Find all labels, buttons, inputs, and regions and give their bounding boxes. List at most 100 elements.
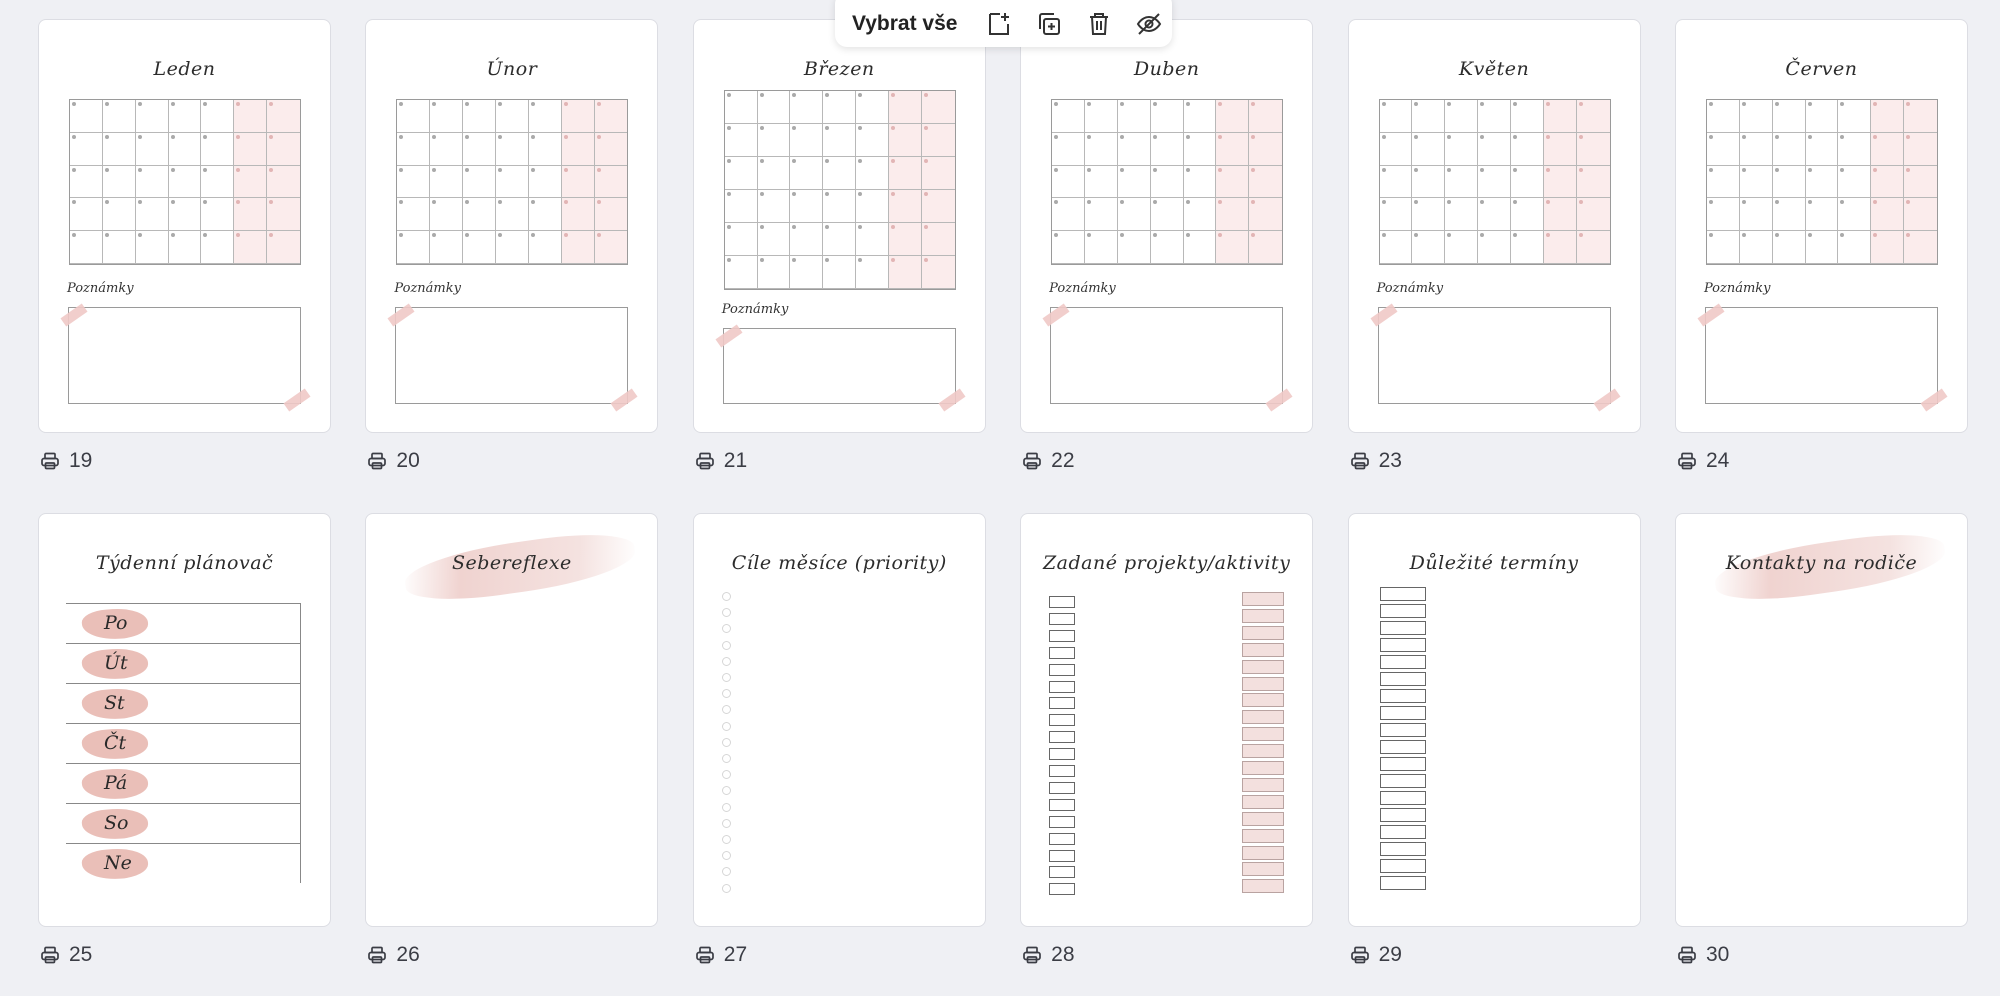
calendar-day <box>1445 198 1479 232</box>
page-number: 24 <box>1705 449 1730 472</box>
calendar-day <box>463 132 496 166</box>
page-thumbnail[interactable]: Zadané projekty/aktivity 28 <box>1020 513 1314 996</box>
page-thumbnail[interactable]: Cíle měsíce (priority) 27 <box>692 513 986 996</box>
page-number-row: 30 <box>1677 943 1729 967</box>
page-thumbnail[interactable]: Březen Poznámky 21 <box>692 19 986 513</box>
page-card[interactable]: Týdenní plánovač Po Út St Čt Pá So Ne <box>38 513 331 927</box>
printer-icon <box>1350 946 1369 964</box>
page-thumbnail[interactable]: Květen Poznámky 23 <box>1347 19 1641 513</box>
calendar-day <box>102 100 136 133</box>
page-thumbnail[interactable]: Týdenní plánovač Po Út St Čt Pá So Ne 25 <box>38 513 331 996</box>
calendar-day <box>1445 100 1479 133</box>
date-box <box>1379 672 1426 686</box>
calendar-day <box>528 165 562 199</box>
goal-checkbox <box>721 802 731 812</box>
project-status-cell <box>1242 879 1285 894</box>
calendar-day <box>430 231 464 264</box>
goal-checkbox <box>721 689 731 699</box>
goal-checkbox <box>721 737 731 747</box>
page-thumbnail[interactable]: Únor Poznámky 20 <box>365 19 659 513</box>
calendar-day <box>790 124 824 157</box>
page-heading: Kontakty na rodiče <box>1725 552 1918 574</box>
printer-icon <box>695 946 714 964</box>
page-card[interactable]: Zadané projekty/aktivity <box>1020 513 1314 927</box>
calendar-day <box>1150 100 1184 133</box>
goal-checkbox <box>721 851 731 861</box>
calendar-day <box>561 165 595 199</box>
page-card[interactable]: Květen Poznámky <box>1347 19 1641 433</box>
page-thumbnail[interactable]: Duben Poznámky 22 <box>1020 19 1314 513</box>
page-grid: Leden Poznámky 19 Únor Poznámky 20 Březen Pozná… <box>38 19 1968 996</box>
page-number-row: 29 <box>1350 943 1402 967</box>
calendar-day <box>594 165 628 199</box>
calendar-day <box>790 157 824 190</box>
calendar-day <box>1510 198 1544 232</box>
calendar-day <box>757 256 791 289</box>
calendar-day <box>168 165 202 199</box>
page-thumbnail[interactable]: Červen Poznámky 24 <box>1674 19 1968 513</box>
printer-icon <box>41 452 59 470</box>
calendar-day <box>1772 100 1806 133</box>
page-thumbnail[interactable]: Sebereflexe 26 <box>365 513 659 996</box>
calendar-day <box>1871 165 1905 199</box>
printer-icon <box>1350 452 1369 470</box>
page-number: 29 <box>1378 943 1402 966</box>
page-heading: Únor <box>486 58 538 80</box>
project-status-cell <box>1242 777 1285 792</box>
calendar-day <box>1183 165 1217 199</box>
calendar-day <box>168 100 202 133</box>
page-heading: Červen <box>1785 58 1858 80</box>
page-card[interactable]: Sebereflexe <box>365 513 659 927</box>
page-card[interactable]: Cíle měsíce (priority) <box>692 513 986 927</box>
calendar-day <box>463 100 496 133</box>
page-card[interactable]: Duben Poznámky <box>1020 19 1314 433</box>
calendar-day <box>1576 100 1610 133</box>
delete-button[interactable] <box>1085 10 1113 38</box>
calendar-day <box>1117 132 1151 166</box>
calendar-day <box>1543 132 1577 166</box>
page-card[interactable]: Kontakty na rodiče <box>1674 513 1968 927</box>
duplicate-button[interactable] <box>1035 10 1063 38</box>
project-status-cell <box>1242 744 1285 759</box>
project-status-cell <box>1242 659 1285 674</box>
calendar-day <box>823 256 857 289</box>
calendar-day <box>1904 132 1937 166</box>
page-thumbnail[interactable]: Kontakty na rodiče 30 <box>1674 513 1968 996</box>
calendar-day <box>1117 231 1151 264</box>
calendar-day <box>1183 100 1217 133</box>
calendar-day <box>1445 132 1479 166</box>
calendar-day <box>1739 198 1773 232</box>
weekly-planner: Po Út St Čt Pá So Ne <box>66 603 301 883</box>
calendar-day <box>102 198 136 232</box>
calendar-day <box>463 231 496 264</box>
trash-icon <box>1090 12 1109 35</box>
project-status-cell <box>1242 828 1285 843</box>
calendar-day <box>1478 132 1511 166</box>
calendar-day <box>1739 100 1773 133</box>
page-card[interactable]: Březen Poznámky <box>692 19 986 433</box>
hide-button[interactable] <box>1135 10 1163 38</box>
page-card[interactable]: Důležité termíny <box>1347 513 1641 927</box>
calendar-day <box>1052 198 1086 232</box>
page-number: 23 <box>1378 449 1402 472</box>
printer-icon <box>368 452 387 470</box>
select-all-button[interactable]: Vybrat vše <box>852 12 957 36</box>
page-card[interactable]: Leden Poznámky <box>38 19 331 433</box>
calendar-day <box>1052 132 1086 166</box>
calendar-day <box>201 165 235 199</box>
calendar-day <box>823 91 857 124</box>
calendar-day <box>889 157 922 190</box>
calendar-day <box>1576 132 1610 166</box>
date-box <box>1379 808 1426 822</box>
calendar-day <box>430 198 464 232</box>
page-card[interactable]: Únor Poznámky <box>365 19 659 433</box>
page-number-row: 19 <box>40 449 92 473</box>
add-page-button[interactable] <box>985 10 1013 38</box>
page-heading: Květen <box>1458 58 1530 80</box>
page-thumbnail[interactable]: Leden Poznámky 19 <box>38 19 331 513</box>
page-card[interactable]: Červen Poznámky <box>1674 19 1968 433</box>
page-number-row: 24 <box>1677 449 1729 473</box>
calendar-day <box>1706 198 1740 232</box>
goal-checkbox <box>721 624 731 634</box>
page-thumbnail[interactable]: Důležité termíny 29 <box>1347 513 1641 996</box>
